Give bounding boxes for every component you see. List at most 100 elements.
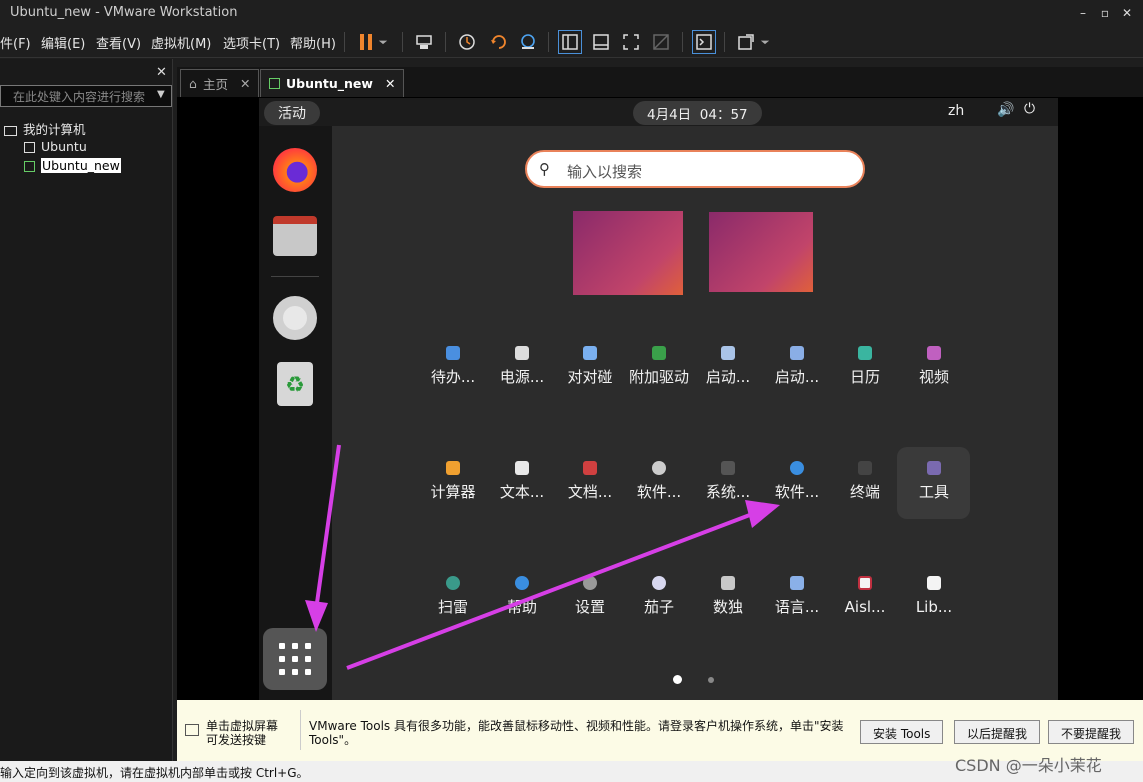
system-monitor-icon (721, 461, 735, 475)
workspace-thumbnail-1[interactable] (573, 211, 683, 295)
send-ctrl-alt-del-icon[interactable] (412, 30, 436, 54)
power-statistics-icon (515, 346, 529, 360)
tree-item-label: Ubuntu_new (41, 158, 121, 173)
status-bar: 输入定向到该虚拟机，请在虚拟机内部单击或按 Ctrl+G。 CSDN @一朵小茉… (0, 756, 1143, 782)
dock: ♻ (259, 126, 332, 700)
workspace-thumbnail-2[interactable] (709, 212, 813, 292)
mines-icon (446, 576, 460, 590)
menu-bar: 件(F) 编辑(E) 查看(V) 虚拟机(M) 选项卡(T) 帮助(H) (0, 26, 1143, 58)
tree-root[interactable]: 我的计算机 (4, 119, 86, 138)
tab-home[interactable]: ⌂ 主页 ✕ (180, 69, 260, 97)
vm-running-icon (269, 78, 280, 89)
library-view-icon[interactable] (558, 30, 582, 54)
app-calendar[interactable]: 日历 (830, 346, 900, 388)
app-startup-apps[interactable]: 启动... (762, 346, 832, 388)
vm-running-icon (24, 161, 35, 172)
app-aisleriot[interactable]: Aisl... (830, 576, 900, 618)
menu-file[interactable]: 件(F) (0, 33, 31, 52)
snapshot-icon[interactable] (455, 30, 479, 54)
minimize-button[interactable]: – (1074, 4, 1092, 22)
software-icon (790, 461, 804, 475)
firefox-icon[interactable] (273, 148, 317, 192)
remind-later-button[interactable]: 以后提醒我 (954, 720, 1041, 744)
menu-tabs[interactable]: 选项卡(T) (223, 33, 280, 52)
settings-icon (583, 576, 597, 590)
text-editor-icon (515, 461, 529, 475)
chevron-down-icon[interactable] (758, 30, 772, 54)
app-search-placeholder: 输入以搜索 (567, 163, 643, 181)
snapshot-manager-icon[interactable] (516, 30, 540, 54)
thumbnail-bar-icon[interactable] (589, 30, 613, 54)
tree-item-ubuntu[interactable]: Ubuntu (24, 139, 87, 154)
videos-icon (927, 346, 941, 360)
console-view-icon[interactable] (692, 30, 716, 54)
todo-icon (446, 346, 460, 360)
app-mines[interactable]: 扫雷 (418, 576, 488, 618)
library-close-icon[interactable]: ✕ (156, 65, 167, 80)
page-indicator-active[interactable] (673, 675, 682, 684)
app-system-monitor[interactable]: 系统... (693, 461, 763, 503)
menu-edit[interactable]: 编辑(E) (41, 33, 85, 52)
disc-icon[interactable] (273, 296, 317, 340)
notification-hint-line2: 可发送按键 (206, 733, 267, 747)
install-tools-button[interactable]: 安装 Tools (860, 720, 944, 744)
revert-snapshot-icon[interactable] (487, 30, 511, 54)
app-swell-foop[interactable]: 对对碰 (555, 346, 625, 388)
app-cheese[interactable]: 茄子 (624, 576, 694, 618)
app-calculator[interactable]: 计算器 (418, 461, 488, 503)
menu-view[interactable]: 查看(V) (96, 33, 141, 52)
app-language-support[interactable]: 语言... (762, 576, 832, 618)
app-additional-drivers[interactable]: 附加驱动 (624, 346, 694, 388)
app-software-updater[interactable]: 软件... (624, 461, 694, 503)
app-software[interactable]: 软件... (762, 461, 832, 503)
close-button[interactable]: ✕ (1118, 4, 1136, 22)
activities-button[interactable]: 活动 (264, 101, 320, 125)
tab-ubuntu-new[interactable]: Ubuntu_new ✕ (260, 69, 405, 97)
maximize-button[interactable]: ▫ (1096, 4, 1114, 22)
input-method-indicator[interactable]: zh (948, 103, 964, 119)
fullscreen-icon[interactable] (619, 30, 643, 54)
app-search-input[interactable]: ⚲ 输入以搜索 (525, 150, 865, 188)
files-icon[interactable] (273, 216, 317, 256)
app-terminal[interactable]: 终端 (830, 461, 900, 503)
tree-root-label: 我的计算机 (23, 122, 86, 137)
calendar-icon (858, 346, 872, 360)
app-document-viewer[interactable]: 文档... (555, 461, 625, 503)
close-icon[interactable]: ✕ (240, 76, 250, 91)
clock[interactable]: 4月4日 04：57 (633, 101, 762, 125)
app-startup-disk[interactable]: 启动... (693, 346, 763, 388)
pause-icon[interactable] (354, 30, 378, 54)
page-indicator[interactable] (708, 677, 714, 683)
app-utilities-folder[interactable]: 工具 (899, 461, 969, 503)
chevron-down-icon[interactable] (376, 30, 390, 54)
utilities-folder-icon (927, 461, 941, 475)
app-text-editor[interactable]: 文本... (487, 461, 557, 503)
watermark: CSDN @一朵小茉花 (955, 756, 1102, 775)
ubuntu-desktop[interactable]: 活动 4月4日 04：57 zh 🔊 ⏻ ♻ ⚲ 输入以搜索 待办... 电源.… (259, 98, 1058, 700)
app-help[interactable]: 帮助 (487, 576, 557, 618)
never-remind-button[interactable]: 不要提醒我 (1048, 720, 1135, 744)
app-sudoku[interactable]: 数独 (693, 576, 763, 618)
trash-icon[interactable]: ♻ (277, 362, 313, 406)
stretch-guest-icon[interactable] (734, 30, 758, 54)
swell-foop-icon (583, 346, 597, 360)
app-libreoffice[interactable]: Lib... (899, 576, 969, 618)
close-icon[interactable]: ✕ (385, 76, 395, 91)
chevron-down-icon[interactable]: ▼ (157, 89, 165, 100)
tree-item-ubuntu-new[interactable]: Ubuntu_new (24, 158, 121, 173)
document-viewer-icon (583, 461, 597, 475)
show-apps-button[interactable] (263, 628, 327, 690)
app-todo[interactable]: 待办... (418, 346, 488, 388)
app-power-statistics[interactable]: 电源... (487, 346, 557, 388)
power-icon[interactable]: ⏻ (1024, 101, 1035, 117)
app-settings[interactable]: 设置 (555, 576, 625, 618)
menu-help[interactable]: 帮助(H) (290, 33, 336, 52)
app-videos[interactable]: 视频 (899, 346, 969, 388)
aisleriot-icon (858, 576, 872, 590)
library-panel: ✕ 在此处键入内容进行搜索 ▼ 我的计算机 Ubuntu Ubuntu_new (0, 59, 173, 761)
library-search-input[interactable]: 在此处键入内容进行搜索 ▼ (0, 85, 172, 107)
cheese-icon (652, 576, 666, 590)
volume-icon[interactable]: 🔊 (997, 102, 1014, 118)
notification-message-line1: VMware Tools 具有很多功能，能改善鼠标移动性、视频和性能。请登录客户… (309, 719, 844, 733)
menu-vm[interactable]: 虚拟机(M) (151, 33, 211, 52)
